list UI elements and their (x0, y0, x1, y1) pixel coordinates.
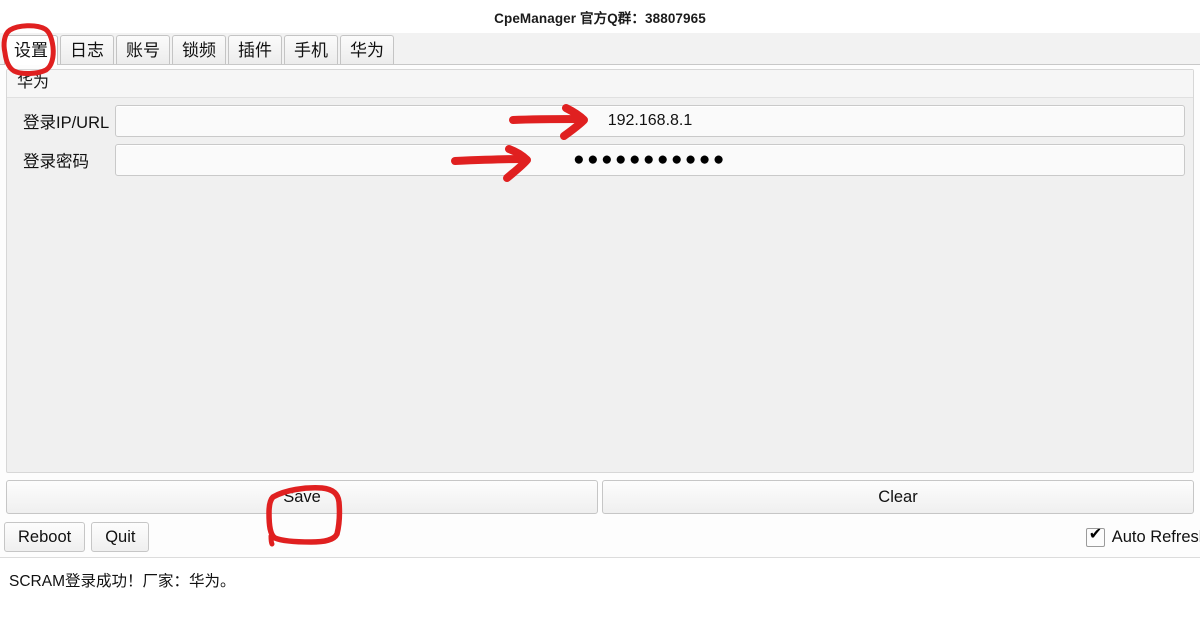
login-ip-label: 登录IP/URL (23, 114, 110, 133)
tab-settings[interactable]: 设置 (4, 35, 58, 65)
login-password-row: 登录密码 ●●●●●●●●●●● (15, 144, 1185, 177)
save-button[interactable]: Save (6, 480, 598, 514)
login-ip-input[interactable]: 192.168.8.1 (115, 105, 1185, 138)
reboot-button-label: Reboot (18, 527, 72, 546)
auto-refresh-checkbox[interactable]: ✔ Auto Refresh (1085, 525, 1200, 547)
tab-huawei[interactable]: 华为 (340, 35, 394, 64)
login-password-label: 登录密码 (23, 153, 89, 172)
reboot-button[interactable]: Reboot (4, 522, 86, 552)
tab-logs-label: 日志 (70, 40, 104, 60)
tab-bar: 设置 日志 账号 锁频 插件 手机 华为 (0, 33, 1200, 65)
huawei-settings-group: 华为 登录IP/URL 192.168.8.1 登录密码 ●●●●●●●●●●● (6, 69, 1194, 473)
tab-account-label: 账号 (126, 40, 160, 60)
checkbox-box[interactable]: ✔ (1085, 525, 1105, 547)
check-icon: ✔ (1088, 525, 1103, 543)
bottom-toolbar: Reboot Quit ✔ Auto Refresh (0, 517, 1200, 557)
quit-button[interactable]: Quit (91, 522, 150, 552)
clear-button[interactable]: Clear (602, 480, 1194, 514)
status-message: SCRAM登录成功！厂家：华为。 (9, 572, 236, 590)
tab-settings-label: 设置 (14, 41, 48, 60)
window-title: CpeManager 官方Q群：38807965 (494, 10, 706, 26)
tab-plugin-label: 插件 (238, 40, 272, 60)
tab-huawei-label: 华为 (350, 40, 384, 60)
login-ip-row: 登录IP/URL 192.168.8.1 (15, 105, 1185, 138)
window-titlebar: CpeManager 官方Q群：38807965 (0, 0, 1200, 33)
tab-account[interactable]: 账号 (116, 35, 170, 64)
status-bar: SCRAM登录成功！厂家：华为。 (0, 557, 1200, 601)
tab-lock-band[interactable]: 锁频 (172, 35, 226, 64)
content-area: 华为 登录IP/URL 192.168.8.1 登录密码 ●●●●●●●●●●● (0, 65, 1200, 477)
action-button-row: Save Clear (0, 477, 1200, 517)
clear-button-label: Clear (878, 487, 918, 506)
login-password-input[interactable]: ●●●●●●●●●●● (115, 144, 1185, 177)
group-title: 华为 (7, 70, 1193, 99)
settings-form: 登录IP/URL 192.168.8.1 登录密码 ●●●●●●●●●●● (7, 98, 1193, 177)
save-button-label: Save (283, 487, 321, 506)
tab-plugin[interactable]: 插件 (228, 35, 282, 64)
auto-refresh-label: Auto Refresh (1111, 527, 1200, 546)
tab-logs[interactable]: 日志 (60, 35, 114, 64)
tab-phone[interactable]: 手机 (284, 35, 338, 64)
quit-button-label: Quit (105, 527, 136, 546)
tab-phone-label: 手机 (294, 40, 328, 60)
tab-lock-band-label: 锁频 (182, 40, 216, 60)
